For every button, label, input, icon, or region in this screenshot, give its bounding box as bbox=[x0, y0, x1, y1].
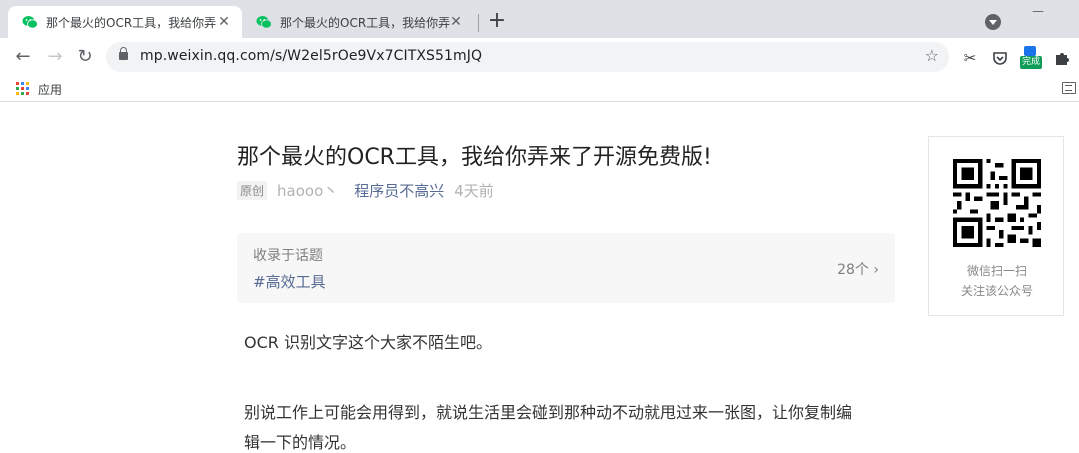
topic-card[interactable]: 收录于话题 #高效工具 28个 › bbox=[237, 233, 895, 303]
tab-title: 那个最火的OCR工具，我给你弄来了开源免费版！ bbox=[46, 15, 216, 30]
lock-icon[interactable] bbox=[119, 47, 128, 60]
extension-badge-label: 完成 bbox=[1020, 56, 1043, 69]
article-paragraph: OCR 识别文字这个大家不陌生吧。 bbox=[244, 333, 492, 352]
topic-count[interactable]: 28个 › bbox=[837, 259, 879, 279]
plus-icon[interactable]: + bbox=[486, 10, 508, 32]
puzzle-icon[interactable] bbox=[1052, 48, 1072, 68]
article-paragraph: 别说工作上可能会用得到，就说生活里会碰到那种动不动就甩过来一张图，让你复制编 bbox=[244, 403, 853, 422]
account-link[interactable]: 程序员不高兴 bbox=[354, 180, 444, 201]
qr-panel: 微信扫一扫 关注该公众号 bbox=[928, 136, 1064, 316]
original-badge: 原创 bbox=[237, 180, 268, 200]
article-title: 那个最火的OCR工具，我给你弄来了开源免费版! bbox=[237, 145, 712, 170]
tab-active[interactable]: 那个最火的OCR工具，我给你弄来了开源免费版！ ✕ bbox=[8, 6, 242, 38]
extension-status-badge[interactable]: 完成 bbox=[1020, 46, 1044, 70]
tab-search-icon[interactable] bbox=[985, 14, 1001, 30]
apps-grid-icon[interactable] bbox=[16, 82, 30, 96]
scissors-icon[interactable]: ✂ bbox=[960, 48, 980, 68]
url-text[interactable]: mp.weixin.qq.com/s/W2el5rOe9Vx7CITXS51mJ… bbox=[140, 48, 482, 64]
extension-icon bbox=[1024, 46, 1036, 56]
reading-list-icon[interactable] bbox=[1062, 82, 1076, 94]
topic-tag[interactable]: #高效工具 bbox=[253, 271, 326, 292]
reload-icon[interactable]: ↻ bbox=[74, 46, 96, 68]
apps-link[interactable]: 应用 bbox=[38, 81, 62, 98]
star-icon[interactable]: ☆ bbox=[925, 46, 939, 65]
bookmarks-bar: 应用 bbox=[0, 76, 1079, 102]
close-icon[interactable]: ✕ bbox=[448, 14, 464, 30]
browser-toolbar: ← → ↻ mp.weixin.qq.com/s/W2el5rOe9Vx7CIT… bbox=[0, 38, 1079, 76]
tab-title: 那个最火的OCR工具，我给你弄来了开源免费版！ bbox=[280, 15, 450, 30]
article-paragraph: 辑一下的情况。 bbox=[244, 433, 357, 452]
address-bar[interactable]: mp.weixin.qq.com/s/W2el5rOe9Vx7CITXS51mJ… bbox=[106, 42, 949, 72]
tab-inactive[interactable]: 那个最火的OCR工具，我给你弄来了开源免费版！ ✕ bbox=[246, 6, 474, 38]
author-name: haooo丶 bbox=[277, 181, 339, 200]
qr-caption-scan: 微信扫一扫 bbox=[966, 264, 1027, 278]
publish-time: 4天前 bbox=[454, 181, 494, 200]
back-icon[interactable]: ← bbox=[12, 46, 34, 68]
forward-icon[interactable]: → bbox=[44, 46, 66, 68]
close-icon[interactable]: ✕ bbox=[216, 14, 232, 30]
qr-caption-follow: 关注该公众号 bbox=[960, 284, 1033, 298]
wechat-icon bbox=[256, 16, 272, 29]
topic-label: 收录于话题 bbox=[253, 248, 323, 264]
article-page: 那个最火的OCR工具，我给你弄来了开源免费版! 原创 haooo丶 程序员不高兴… bbox=[0, 103, 1079, 452]
wechat-icon bbox=[22, 16, 38, 29]
pocket-icon[interactable] bbox=[990, 48, 1010, 68]
tab-strip: 那个最火的OCR工具，我给你弄来了开源免费版！ ✕ 那个最火的OCR工具，我给你… bbox=[0, 0, 1079, 38]
tab-separator bbox=[478, 14, 479, 32]
minimize-icon[interactable]: — bbox=[1032, 4, 1044, 18]
article-meta: 原创 haooo丶 程序员不高兴 4天前 bbox=[237, 180, 494, 200]
qr-code-icon bbox=[953, 159, 1041, 247]
